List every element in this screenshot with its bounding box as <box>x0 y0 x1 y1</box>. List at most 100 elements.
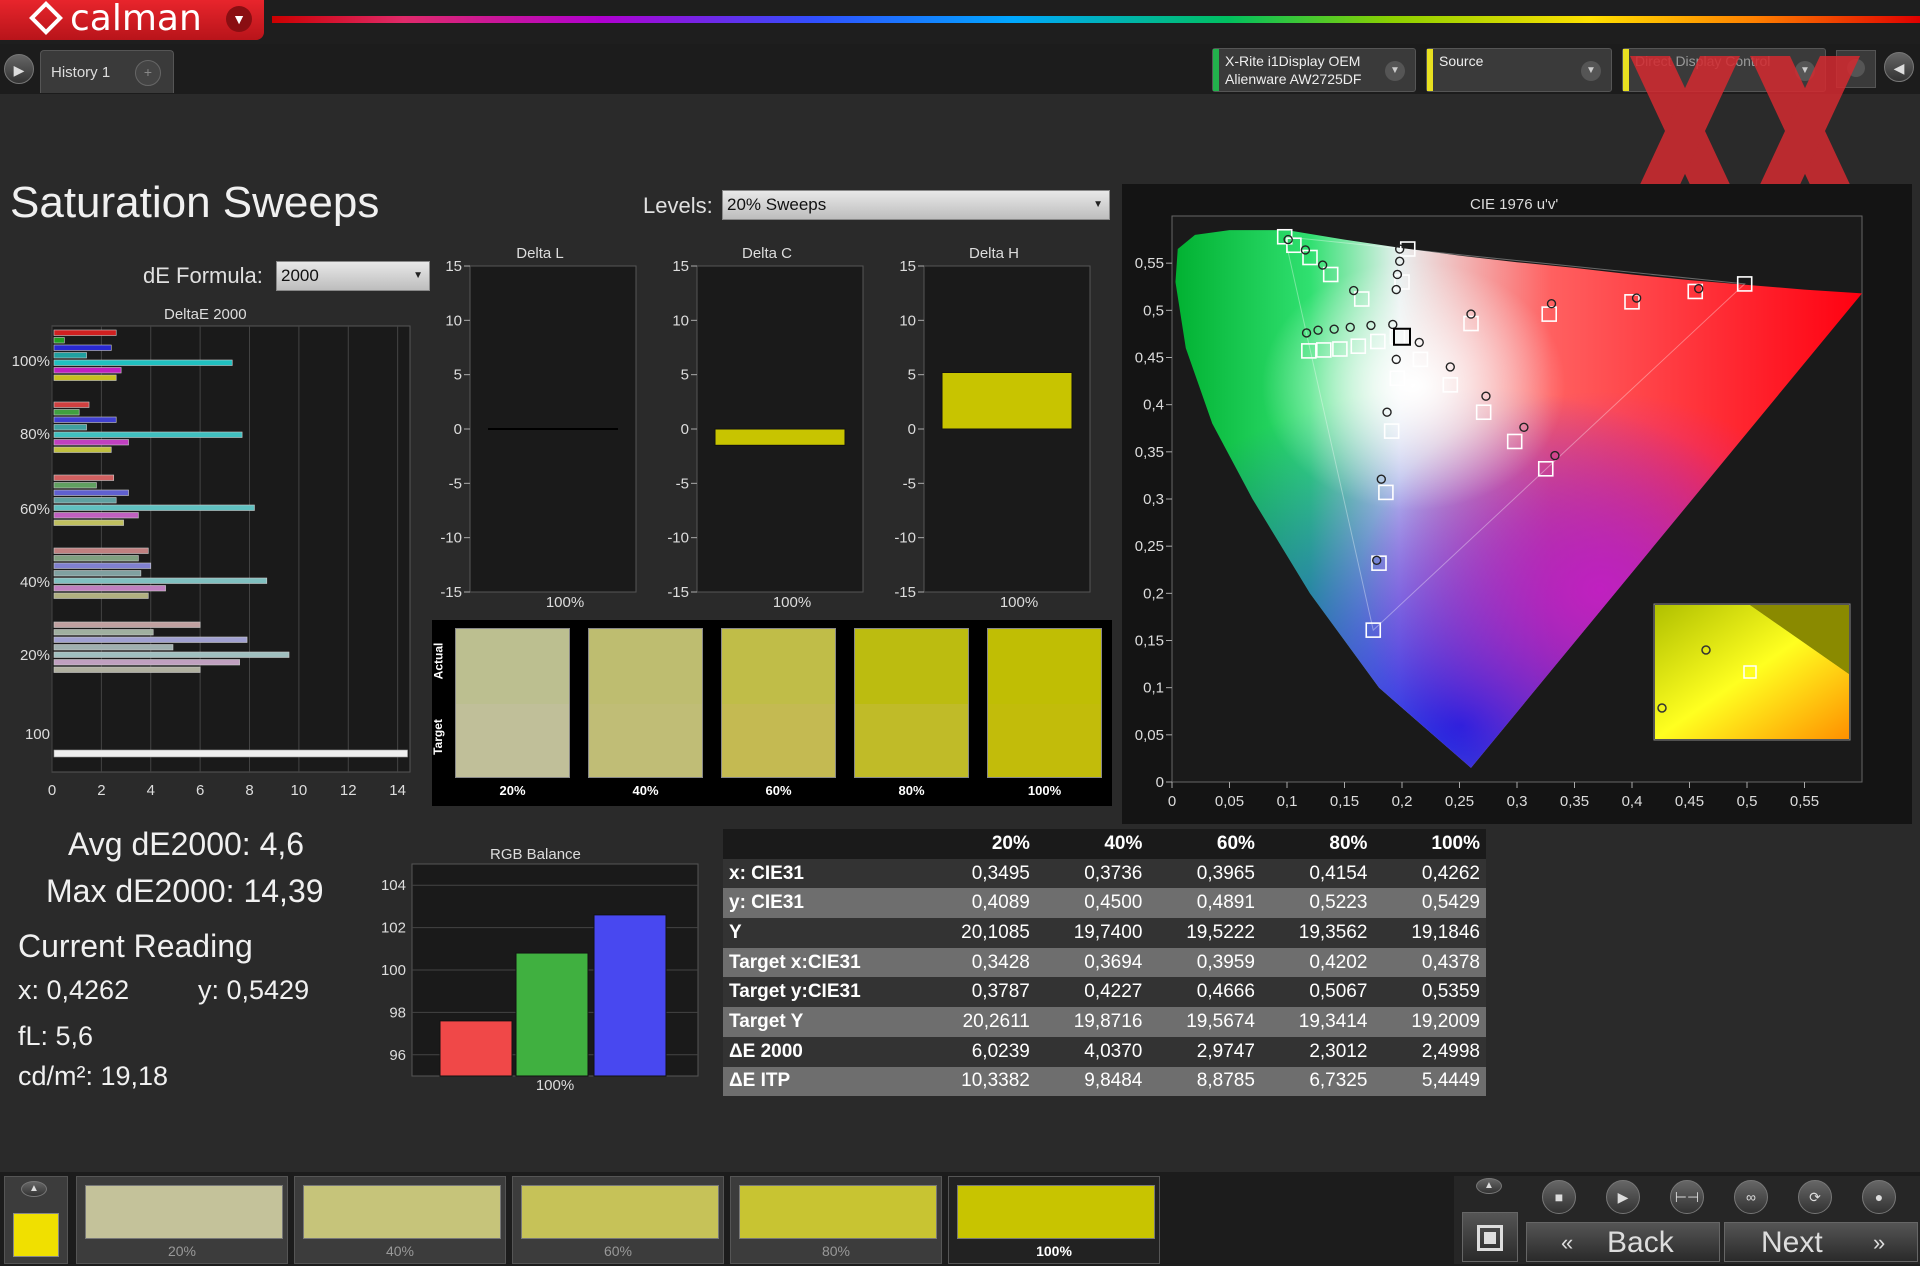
table-cell: 0,5359 <box>1373 977 1486 1008</box>
y-tick-label: 0 <box>908 421 916 438</box>
deltae-bar <box>53 359 233 366</box>
y-tick-label: -15 <box>440 584 462 601</box>
chevron-up-icon[interactable]: ▲ <box>21 1181 47 1197</box>
deltae-bar <box>53 439 129 446</box>
stop-icon[interactable]: ■ <box>1542 1180 1576 1214</box>
deltae-bar <box>53 424 87 431</box>
y-tick-label: 96 <box>389 1047 406 1064</box>
stop-button[interactable] <box>1462 1212 1518 1262</box>
actual-label: Actual <box>431 642 446 680</box>
deltae-bar <box>53 352 87 359</box>
swatch-side-labels: Actual Target <box>430 640 456 780</box>
deltae-bar <box>53 651 290 658</box>
bottom-swatch-button[interactable]: 80% <box>730 1176 942 1264</box>
y-tick-label: -5 <box>903 475 916 492</box>
deltae-bar <box>53 344 112 351</box>
tab-history-1[interactable]: History 1 + <box>40 50 174 93</box>
y-tick-label: 0,05 <box>1135 727 1164 744</box>
x-category-label: 100% <box>536 1077 574 1094</box>
swatch-label: 20% <box>499 783 526 798</box>
table-cell: 0,3965 <box>1148 858 1261 889</box>
bottom-swatch-button[interactable]: 20% <box>76 1176 288 1264</box>
x-tick-label: 4 <box>147 782 155 799</box>
chevron-down-icon: ▼ <box>413 270 423 281</box>
source-selector[interactable]: Source ▼ <box>1426 48 1612 92</box>
deltae-bar <box>53 401 90 408</box>
row-label: Y <box>723 918 924 948</box>
display-name: Alienware AW2725DF <box>1225 71 1362 87</box>
circle-icon[interactable]: ● <box>1862 1180 1896 1214</box>
plus-icon[interactable]: + <box>135 60 161 86</box>
current-x: x: 0,4262 <box>18 975 130 1005</box>
table-cell: 0,3495 <box>923 858 1036 889</box>
chevron-down-icon[interactable]: ▼ <box>1581 61 1601 81</box>
swatch-actual <box>456 629 569 704</box>
deltae-bar <box>53 512 139 519</box>
levels-dropdown[interactable]: 20% Sweeps ▼ <box>722 190 1110 220</box>
row-label: Target y:CIE31 <box>723 977 924 1008</box>
bottom-swatch-button[interactable]: 100% <box>948 1176 1160 1264</box>
meter-selector[interactable]: X-Rite i1Display OEM Alienware AW2725DF … <box>1212 48 1416 92</box>
page-title: Saturation Sweeps <box>10 178 380 227</box>
chevron-down-icon[interactable]: ▼ <box>1385 61 1405 81</box>
y-tick-label: 0 <box>454 421 462 438</box>
deltae-bar <box>53 644 174 651</box>
deltae-bar <box>53 519 124 526</box>
y-tick-label: 102 <box>381 920 406 937</box>
deltae-bar <box>53 666 201 673</box>
delta-chart-title: Delta H <box>969 245 1019 262</box>
deltae-bar <box>53 659 240 666</box>
table-cell: 4,0370 <box>1035 1036 1149 1067</box>
x-tick-label: 0,55 <box>1790 793 1819 810</box>
formula-dropdown[interactable]: 2000 ▼ <box>276 261 430 291</box>
zoom-inset <box>1653 603 1851 741</box>
y-tick-label: 10 <box>899 312 916 329</box>
table-row: Y 20,1085 19,7400 19,5222 19,3562 19,1846 <box>723 918 1486 948</box>
levels-label: Levels: <box>643 193 713 218</box>
loop-icon[interactable]: ∞ <box>1734 1180 1768 1214</box>
y-tick-label: 10 <box>445 312 462 329</box>
y-tick-label: 0,35 <box>1135 444 1164 461</box>
play-icon[interactable]: ▶ <box>4 54 34 84</box>
bottom-swatch-button[interactable]: 60% <box>512 1176 724 1264</box>
y-tick-label: 0,15 <box>1135 633 1164 650</box>
chevron-up-icon[interactable]: ▲ <box>1476 1178 1502 1194</box>
table-row: y: CIE31 0,4089 0,4500 0,4891 0,5223 0,5429 <box>723 888 1486 919</box>
double-right-icon: » <box>1873 1230 1886 1255</box>
fit-icon[interactable]: ⊢⊣ <box>1670 1180 1704 1214</box>
y-tick-label: 0,2 <box>1143 585 1164 602</box>
bottom-swatch-button[interactable]: 40% <box>294 1176 506 1264</box>
deltae-bar <box>53 592 149 599</box>
rgb-balance-chart: 104 102 100 98 96 100% <box>381 863 699 1094</box>
y-tick-label: 0,3 <box>1143 491 1164 508</box>
play-icon[interactable]: ▶ <box>1606 1180 1640 1214</box>
source-status-bar <box>1427 49 1433 91</box>
table-cell: 0,3959 <box>1148 947 1261 978</box>
app-logo[interactable]: calman ▼ <box>0 0 264 40</box>
color-swatch <box>721 628 836 778</box>
table-cell: 19,2009 <box>1373 1007 1486 1037</box>
chevron-down-icon[interactable]: ▼ <box>226 6 252 32</box>
swatch-target <box>855 704 968 777</box>
x-tick-label: 0,35 <box>1560 793 1589 810</box>
y-tick-label: 0,45 <box>1135 350 1164 367</box>
y-tick-label: 0,55 <box>1135 255 1164 272</box>
x-category-label: 100% <box>546 594 584 611</box>
formula-label: dE Formula: <box>143 263 263 288</box>
deltae-bar <box>53 570 142 577</box>
rgb-bar <box>515 952 589 1077</box>
bottom-swatch-color <box>521 1185 719 1239</box>
x-tick-label: 2 <box>97 782 105 799</box>
y-tick-label: 0 <box>681 421 689 438</box>
rgb-bar <box>439 1020 513 1077</box>
next-button[interactable]: Next » <box>1724 1222 1918 1262</box>
y-tick-label: 98 <box>389 1004 406 1021</box>
readings-table: 20% 40% 60% 80% 100% x: CIE31 0,3495 0,3736 0,39… <box>723 829 1486 1097</box>
formula-value: 2000 <box>281 266 319 285</box>
table-row: ΔE ITP 10,3382 9,8484 8,8785 6,7325 5,4449 <box>723 1066 1486 1097</box>
back-button[interactable]: « Back <box>1526 1222 1720 1262</box>
table-cell: 19,7400 <box>1035 918 1149 948</box>
refresh-icon[interactable]: ⟳ <box>1798 1180 1832 1214</box>
y-tick-label: -15 <box>667 584 689 601</box>
table-header-cell: 80% <box>1260 829 1374 859</box>
